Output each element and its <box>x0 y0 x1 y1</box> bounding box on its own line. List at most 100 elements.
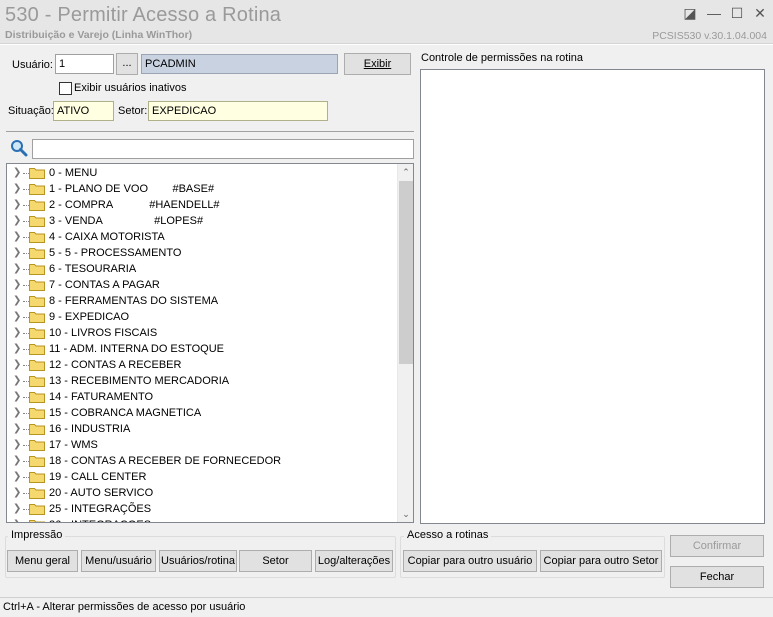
chevron-right-icon[interactable]: ❯ <box>13 309 21 325</box>
acesso-group-title: Acesso a rotinas <box>404 529 492 541</box>
tree-node-label: 20 - AUTO SERVICO <box>49 487 154 499</box>
tree-node-label: 10 - LIVROS FISCAIS <box>49 327 158 339</box>
chevron-right-icon[interactable]: ❯ <box>13 437 21 453</box>
exibir-inativos-label: Exibir usuários inativos <box>74 82 187 94</box>
chevron-right-icon[interactable]: ❯ <box>13 341 21 357</box>
window-subtitle: Distribuição e Varejo (Linha WinThor) <box>5 29 193 41</box>
maximize-icon[interactable]: ☐ <box>727 4 747 22</box>
menu-geral-button[interactable]: Menu geral <box>7 550 78 572</box>
usuario-code-input[interactable]: 1 <box>55 54 114 74</box>
chevron-right-icon[interactable]: ❯ <box>13 373 21 389</box>
lookup-user-button[interactable]: ... <box>116 53 138 75</box>
tree-node[interactable]: ❯ 12 - CONTAS A RECEBER <box>7 357 399 373</box>
chevron-right-icon[interactable]: ❯ <box>13 245 21 261</box>
chevron-right-icon[interactable]: ❯ <box>13 325 21 341</box>
tree-node[interactable]: ❯ 3 - VENDA #LOPES# <box>7 213 399 229</box>
scroll-thumb[interactable] <box>399 181 413 364</box>
chevron-right-icon[interactable]: ❯ <box>13 421 21 437</box>
chevron-right-icon[interactable]: ❯ <box>13 293 21 309</box>
tree-node[interactable]: ❯ 11 - ADM. INTERNA DO ESTOQUE <box>7 341 399 357</box>
tree-node[interactable]: ❯ 17 - WMS <box>7 437 399 453</box>
tree-node-label: 26 - INTEGRACOES <box>49 517 151 522</box>
tree-node[interactable]: ❯ 15 - COBRANCA MAGNETICA <box>7 405 399 421</box>
tree-node-label: 6 - TESOURARIA <box>49 263 137 275</box>
chevron-right-icon[interactable]: ❯ <box>13 517 21 522</box>
folder-icon <box>29 184 45 195</box>
folder-icon <box>29 504 45 515</box>
chevron-right-icon[interactable]: ❯ <box>13 197 21 213</box>
tree-node[interactable]: ❯ 18 - CONTAS A RECEBER DE FORNECEDOR <box>7 453 399 469</box>
chevron-right-icon[interactable]: ❯ <box>13 485 21 501</box>
usuarios-rotina-button[interactable]: Usuários/rotina <box>159 550 237 572</box>
tree-node-label: 12 - CONTAS A RECEBER <box>49 359 182 371</box>
confirmar-button[interactable]: Confirmar <box>670 535 764 557</box>
tree-node[interactable]: ❯ 8 - FERRAMENTAS DO SISTEMA <box>7 293 399 309</box>
tree-node[interactable]: ❯ 2 - COMPRA #HAENDELL# <box>7 197 399 213</box>
chevron-right-icon[interactable]: ❯ <box>13 261 21 277</box>
scroll-up-icon[interactable]: ⌃ <box>398 164 413 180</box>
search-icon <box>11 140 28 157</box>
usuario-name-field: PCADMIN <box>141 54 338 74</box>
restore-icon[interactable]: ◪ <box>680 4 700 22</box>
routine-tree[interactable]: ❯ 26 - INTEGRACOES ❯ 25 - INTEGRAÇÕES ❯ 20 - … <box>6 163 414 523</box>
exibir-button[interactable]: Exibir <box>344 53 411 75</box>
tree-node-label: 3 - VENDA #LOPES# <box>49 215 204 227</box>
tree-node[interactable]: ❯ 26 - INTEGRACOES <box>7 517 399 522</box>
close-icon[interactable]: ✕ <box>750 4 770 22</box>
folder-icon <box>29 312 45 323</box>
chevron-right-icon[interactable]: ❯ <box>13 229 21 245</box>
folder-icon <box>29 440 45 451</box>
tree-node-label: 11 - ADM. INTERNA DO ESTOQUE <box>49 343 225 355</box>
tree-node[interactable]: ❯ 19 - CALL CENTER <box>7 469 399 485</box>
version-label: PCSIS530 v.30.1.04.004 <box>652 30 767 42</box>
tree-node[interactable]: ❯ 16 - INDUSTRIA <box>7 421 399 437</box>
tree-node-label: 7 - CONTAS A PAGAR <box>49 279 160 291</box>
chevron-right-icon[interactable]: ❯ <box>13 405 21 421</box>
exibir-inativos-checkbox[interactable] <box>59 82 72 95</box>
tree-node[interactable]: ❯ 10 - LIVROS FISCAIS <box>7 325 399 341</box>
folder-icon <box>29 280 45 291</box>
folder-icon <box>29 456 45 467</box>
title-bar: 530 - Permitir Acesso a Rotina Distribui… <box>0 0 773 44</box>
tree-node[interactable]: ❯ 4 - CAIXA MOTORISTA <box>7 229 399 245</box>
chevron-right-icon[interactable]: ❯ <box>13 501 21 517</box>
log-alteracoes-button[interactable]: Log/alterações <box>315 550 393 572</box>
copiar-usuario-button[interactable]: Copiar para outro usuário <box>403 550 537 572</box>
chevron-right-icon[interactable]: ❯ <box>13 389 21 405</box>
tree-search-input[interactable] <box>32 139 414 159</box>
chevron-right-icon[interactable]: ❯ <box>13 469 21 485</box>
chevron-right-icon[interactable]: ❯ <box>13 357 21 373</box>
scroll-down-icon[interactable]: ⌄ <box>398 506 413 522</box>
tree-node-label: 0 - MENU <box>49 167 98 179</box>
tree-scrollbar[interactable]: ⌃ ⌄ <box>397 164 413 522</box>
tree-node-label: 1 - PLANO DE VOO #BASE# <box>49 183 215 195</box>
chevron-right-icon[interactable]: ❯ <box>13 165 21 181</box>
copiar-setor-button[interactable]: Copiar para outro Setor <box>540 550 662 572</box>
tree-node[interactable]: ❯ 14 - FATURAMENTO <box>7 389 399 405</box>
tree-node[interactable]: ❯ 9 - EXPEDICAO <box>7 309 399 325</box>
tree-node-label: 4 - CAIXA MOTORISTA <box>49 231 165 243</box>
tree-node[interactable]: ❯ 13 - RECEBIMENTO MERCADORIA <box>7 373 399 389</box>
tree-node-label: 13 - RECEBIMENTO MERCADORIA <box>49 375 230 387</box>
chevron-right-icon[interactable]: ❯ <box>13 181 21 197</box>
folder-icon <box>29 392 45 403</box>
folder-icon <box>29 248 45 259</box>
menu-usuario-button[interactable]: Menu/usuário <box>81 550 156 572</box>
tree-node[interactable]: ❯ 20 - AUTO SERVICO <box>7 485 399 501</box>
chevron-right-icon[interactable]: ❯ <box>13 213 21 229</box>
chevron-right-icon[interactable]: ❯ <box>13 277 21 293</box>
tree-node[interactable]: ❯ 25 - INTEGRAÇÕES <box>7 501 399 517</box>
chevron-right-icon[interactable]: ❯ <box>13 453 21 469</box>
tree-node[interactable]: ❯ 1 - PLANO DE VOO #BASE# <box>7 181 399 197</box>
tree-node[interactable]: ❯ 5 - 5 - PROCESSAMENTO <box>7 245 399 261</box>
permissions-panel[interactable] <box>420 69 765 524</box>
folder-icon <box>29 232 45 243</box>
setor-button[interactable]: Setor <box>239 550 312 572</box>
tree-node[interactable]: ❯ 6 - TESOURARIA <box>7 261 399 277</box>
tree-node[interactable]: ❯ 0 - MENU <box>7 165 399 181</box>
folder-icon <box>29 408 45 419</box>
tree-node[interactable]: ❯ 7 - CONTAS A PAGAR <box>7 277 399 293</box>
minimize-icon[interactable]: — <box>704 4 724 22</box>
main-form: Usuário: 1 ... PCADMIN Exibir Exibir usu… <box>0 45 773 597</box>
fechar-button[interactable]: Fechar <box>670 566 764 588</box>
